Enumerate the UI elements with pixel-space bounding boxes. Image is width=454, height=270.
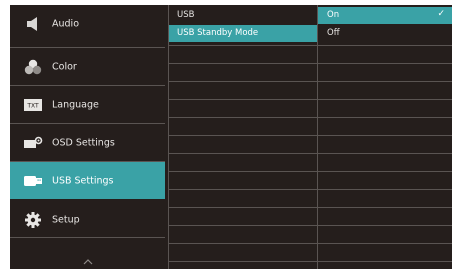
submenu-item-label: USB xyxy=(177,10,195,20)
divider xyxy=(318,63,452,64)
divider xyxy=(169,81,317,82)
check-icon: ✓ xyxy=(437,9,445,19)
gear-icon xyxy=(23,211,43,228)
divider xyxy=(169,261,317,262)
submenu: USB USB Standby Mode xyxy=(168,5,317,269)
option-off[interactable]: Off xyxy=(318,25,452,42)
menu-item-label: Setup xyxy=(52,214,80,225)
usb-icon xyxy=(23,173,43,189)
divider xyxy=(169,153,317,154)
divider xyxy=(169,225,317,226)
chevron-up-icon[interactable] xyxy=(83,251,93,265)
option-label: Off xyxy=(327,28,340,38)
option-on[interactable]: On ✓ xyxy=(318,7,452,24)
menu-item-label: USB Settings xyxy=(52,175,114,186)
divider xyxy=(10,237,165,238)
divider xyxy=(318,225,452,226)
submenu-item-usb-standby-mode[interactable]: USB Standby Mode xyxy=(169,25,317,42)
menu-item-label: OSD Settings xyxy=(52,137,115,148)
divider xyxy=(318,45,452,46)
divider xyxy=(169,45,317,46)
divider xyxy=(169,171,317,172)
menu-item-audio[interactable]: Audio xyxy=(10,5,165,42)
divider xyxy=(318,153,452,154)
option-label: On xyxy=(327,10,340,20)
submenu-item-usb[interactable]: USB xyxy=(169,7,317,24)
submenu-item-label: USB Standby Mode xyxy=(177,28,259,38)
speaker-icon xyxy=(23,16,43,32)
divider xyxy=(318,81,452,82)
menu-item-label: Audio xyxy=(52,18,80,29)
divider xyxy=(318,171,452,172)
divider xyxy=(169,189,317,190)
divider xyxy=(169,117,317,118)
menu-item-osd-settings[interactable]: OSD Settings xyxy=(10,124,165,161)
divider xyxy=(169,63,317,64)
divider xyxy=(318,135,452,136)
color-icon xyxy=(23,59,43,75)
menu-item-label: Color xyxy=(52,61,77,72)
menu-item-label: Language xyxy=(52,99,99,110)
menu-item-language[interactable]: TXT Language xyxy=(10,86,165,123)
divider xyxy=(169,135,317,136)
divider xyxy=(318,189,452,190)
osd-settings-icon xyxy=(23,135,43,151)
options-list: On ✓ Off xyxy=(317,5,452,269)
divider xyxy=(169,99,317,100)
divider xyxy=(169,243,317,244)
divider xyxy=(318,99,452,100)
menu-item-color[interactable]: Color xyxy=(10,48,165,85)
divider xyxy=(169,207,317,208)
divider xyxy=(318,207,452,208)
divider xyxy=(318,261,452,262)
osd-menu: Audio Color TXT Language OSD Settings US… xyxy=(10,5,452,269)
divider xyxy=(318,117,452,118)
divider xyxy=(318,243,452,244)
main-menu: Audio Color TXT Language OSD Settings US… xyxy=(10,5,165,269)
svg-text:TXT: TXT xyxy=(26,102,39,109)
language-icon: TXT xyxy=(23,97,43,113)
menu-item-usb-settings[interactable]: USB Settings xyxy=(10,162,165,199)
menu-item-setup[interactable]: Setup xyxy=(10,201,165,238)
